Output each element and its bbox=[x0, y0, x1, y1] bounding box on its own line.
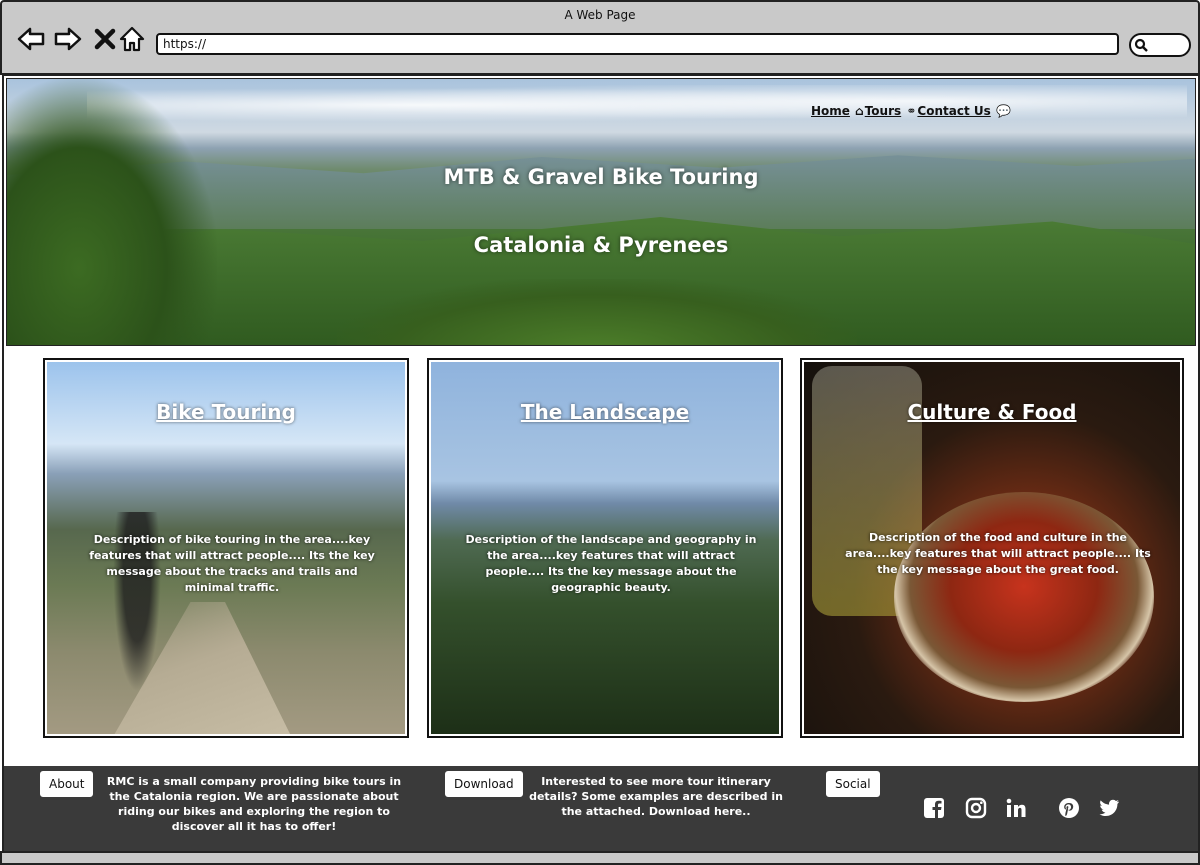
nav-contact-us[interactable]: Contact Us bbox=[917, 104, 990, 118]
card-title[interactable]: The Landscape bbox=[431, 400, 779, 424]
url-input[interactable]: https:// bbox=[156, 33, 1119, 55]
card-image: Culture & Food Description of the food a… bbox=[804, 362, 1180, 734]
instagram-icon[interactable] bbox=[964, 796, 988, 820]
window-title: A Web Page bbox=[564, 8, 636, 22]
linkedin-icon[interactable] bbox=[1004, 796, 1028, 820]
search-icon bbox=[1134, 38, 1148, 52]
home-icon: ⌂ bbox=[855, 104, 864, 118]
about-text: RMC is a small company providing bike to… bbox=[106, 775, 402, 833]
nav-tours[interactable]: Tours bbox=[865, 104, 901, 118]
social-icons bbox=[922, 796, 1122, 822]
card-bike-touring[interactable]: Bike Touring Description of bike touring… bbox=[43, 358, 409, 738]
footer: About RMC is a small company providing b… bbox=[4, 766, 1198, 852]
card-title[interactable]: Bike Touring bbox=[47, 400, 405, 424]
hero-foliage bbox=[337, 279, 857, 345]
hero-clouds bbox=[87, 85, 1187, 125]
nav-home[interactable]: Home bbox=[811, 104, 850, 118]
hero-title: MTB & Gravel Bike Touring bbox=[443, 165, 759, 189]
twitter-icon[interactable] bbox=[1097, 796, 1121, 820]
home-icon[interactable] bbox=[117, 24, 147, 54]
bike-icon: ⚭ bbox=[906, 104, 917, 118]
card-description: Description of the landscape and geograp… bbox=[465, 533, 757, 594]
facebook-icon[interactable] bbox=[922, 796, 946, 820]
card-image: Bike Touring Description of bike touring… bbox=[47, 362, 405, 734]
card-description: Description of bike touring in the area.… bbox=[89, 533, 375, 594]
download-text: Interested to see more tour itinerary de… bbox=[529, 775, 783, 818]
download-button[interactable]: Download bbox=[445, 771, 523, 797]
forward-arrow-icon[interactable] bbox=[53, 24, 83, 54]
about-button[interactable]: About bbox=[40, 771, 94, 797]
back-arrow-icon[interactable] bbox=[16, 24, 46, 54]
page-frame: Home ⌂Tours ⚭Contact Us 💬 MTB & Gravel B… bbox=[2, 74, 1200, 854]
hero-banner: Home ⌂Tours ⚭Contact Us 💬 MTB & Gravel B… bbox=[6, 78, 1196, 346]
pinterest-icon[interactable] bbox=[1057, 796, 1081, 820]
food-bowl-image bbox=[894, 492, 1154, 702]
card-culture-food[interactable]: Culture & Food Description of the food a… bbox=[800, 358, 1184, 738]
card-the-landscape[interactable]: The Landscape Description of the landsca… bbox=[427, 358, 783, 738]
x-icon[interactable] bbox=[90, 24, 120, 54]
search-field[interactable] bbox=[1129, 33, 1191, 57]
hero-tree bbox=[7, 79, 217, 345]
card-image: The Landscape Description of the landsca… bbox=[431, 362, 779, 734]
social-button[interactable]: Social bbox=[826, 771, 880, 797]
browser-bottom-bar bbox=[0, 851, 1200, 865]
card-description: Description of the food and culture in t… bbox=[845, 531, 1151, 576]
speech-bubble-icon: 💬 bbox=[995, 104, 1011, 118]
main-nav: Home ⌂Tours ⚭Contact Us 💬 bbox=[811, 104, 1012, 118]
browser-chrome: A Web Page https:// bbox=[0, 0, 1200, 75]
card-title[interactable]: Culture & Food bbox=[804, 400, 1180, 424]
hero-subtitle: Catalonia & Pyrenees bbox=[473, 233, 729, 257]
